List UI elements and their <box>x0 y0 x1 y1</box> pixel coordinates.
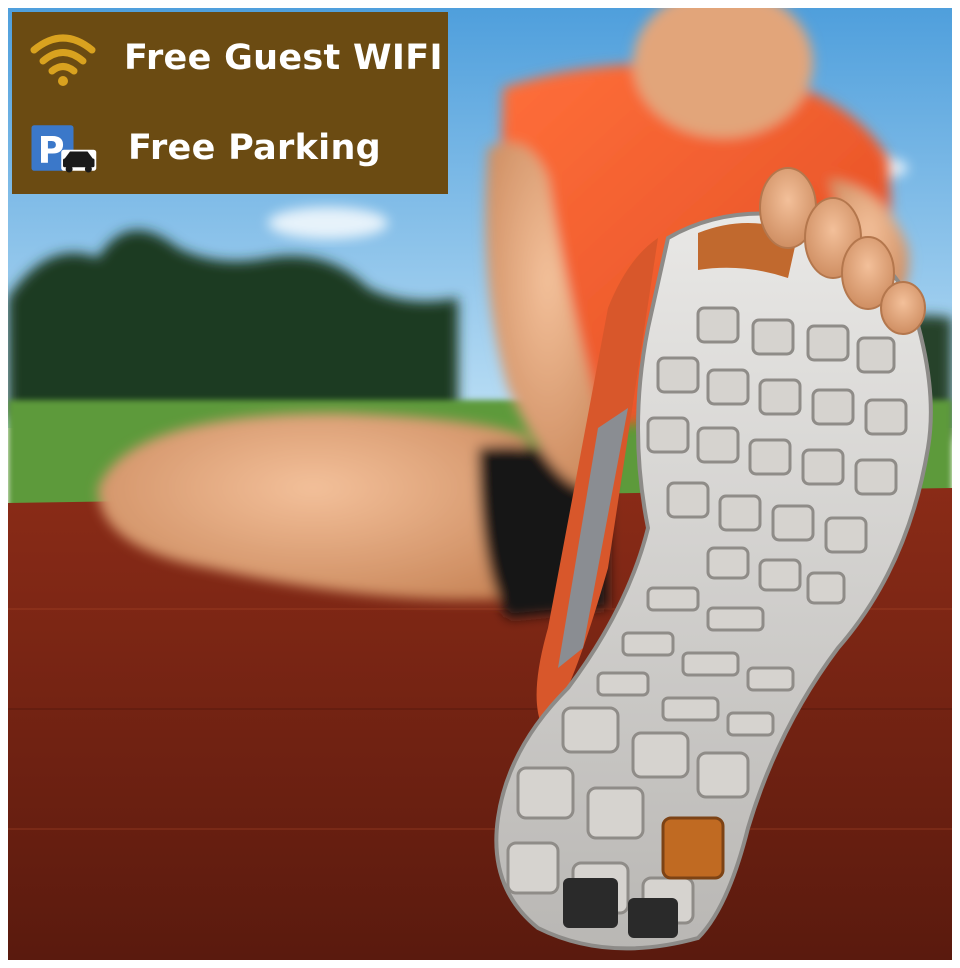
photo-frame: Free Guest WIFI P Free Parking <box>8 8 952 960</box>
wifi-label: Free Guest WIFI <box>124 38 443 78</box>
parking-label: Free Parking <box>128 128 382 168</box>
wifi-amenity-row: Free Guest WIFI <box>12 26 448 90</box>
svg-text:P: P <box>38 129 65 172</box>
wifi-icon <box>30 34 96 86</box>
amenity-panel: Free Guest WIFI P Free Parking <box>12 12 448 194</box>
parking-car-icon: P <box>31 125 97 173</box>
parking-amenity-row: P Free Parking <box>12 116 448 180</box>
